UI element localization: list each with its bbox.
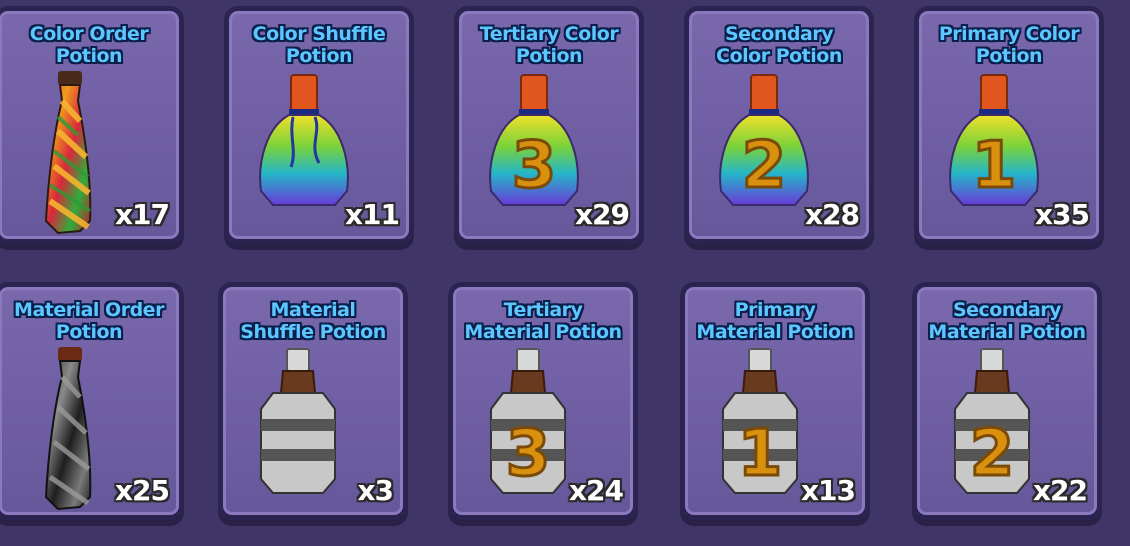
item-title: Secondary Material Potion xyxy=(928,299,1086,343)
item-card-material-shuffle-potion[interactable]: Material Shuffle Potion x3 xyxy=(218,282,408,520)
grey-potion-3-icon: 3 xyxy=(473,347,583,515)
item-count: x17 xyxy=(114,198,170,231)
twisted-grey-potion-icon xyxy=(14,347,124,515)
potion-number: 3 xyxy=(506,417,551,491)
potion-number: 2 xyxy=(970,417,1015,491)
item-card-material-order-potion[interactable]: Material Order Potion x25 xyxy=(0,282,184,520)
item-count: x28 xyxy=(804,198,860,231)
item-card-tertiary-color-potion[interactable]: Tertiary Color Potion 3 x29 xyxy=(454,6,644,244)
item-title: Secondary Color Potion xyxy=(716,23,842,67)
rainbow-potion-icon xyxy=(249,71,359,239)
grey-potion-1-icon: 1 xyxy=(705,347,815,515)
item-card-primary-material-potion[interactable]: Primary Material Potion 1 x13 xyxy=(680,282,870,520)
potion-number: 3 xyxy=(512,129,557,203)
item-title: Tertiary Material Potion xyxy=(464,299,622,343)
item-count: x29 xyxy=(574,198,630,231)
item-title: Primary Material Potion xyxy=(696,299,854,343)
potion-number: 1 xyxy=(738,417,783,491)
twisted-rainbow-potion-icon xyxy=(14,71,124,239)
item-card-secondary-material-potion[interactable]: Secondary Material Potion 2 x22 xyxy=(912,282,1102,520)
item-count: x35 xyxy=(1034,198,1090,231)
item-count: x24 xyxy=(568,474,624,507)
item-title: Material Order Potion xyxy=(14,299,164,343)
rainbow-potion-3-icon: 3 xyxy=(479,71,589,239)
inventory-grid: Color Order Potion x17 Color Shuffle Pot… xyxy=(0,0,1130,546)
rainbow-potion-2-icon: 2 xyxy=(709,71,819,239)
item-card-tertiary-material-potion[interactable]: Tertiary Material Potion 3 x24 xyxy=(448,282,638,520)
item-count: x22 xyxy=(1032,474,1088,507)
item-card-color-order-potion[interactable]: Color Order Potion x17 xyxy=(0,6,184,244)
potion-number: 1 xyxy=(972,129,1017,203)
item-title: Color Shuffle Potion xyxy=(252,23,386,67)
grey-potion-2-icon: 2 xyxy=(937,347,1047,515)
rainbow-potion-1-icon: 1 xyxy=(939,71,1049,239)
item-count: x3 xyxy=(357,474,394,507)
item-count: x25 xyxy=(114,474,170,507)
item-count: x13 xyxy=(800,474,856,507)
potion-number: 2 xyxy=(742,129,787,203)
item-title: Material Shuffle Potion xyxy=(240,299,386,343)
item-count: x11 xyxy=(344,198,400,231)
grey-potion-icon xyxy=(243,347,353,515)
item-card-color-shuffle-potion[interactable]: Color Shuffle Potion x11 xyxy=(224,6,414,244)
item-title: Tertiary Color Potion xyxy=(479,23,619,67)
item-title: Primary Color Potion xyxy=(938,23,1080,67)
item-card-secondary-color-potion[interactable]: Secondary Color Potion 2 x28 xyxy=(684,6,874,244)
item-title: Color Order Potion xyxy=(29,23,149,67)
item-card-primary-color-potion[interactable]: Primary Color Potion 1 x35 xyxy=(914,6,1104,244)
